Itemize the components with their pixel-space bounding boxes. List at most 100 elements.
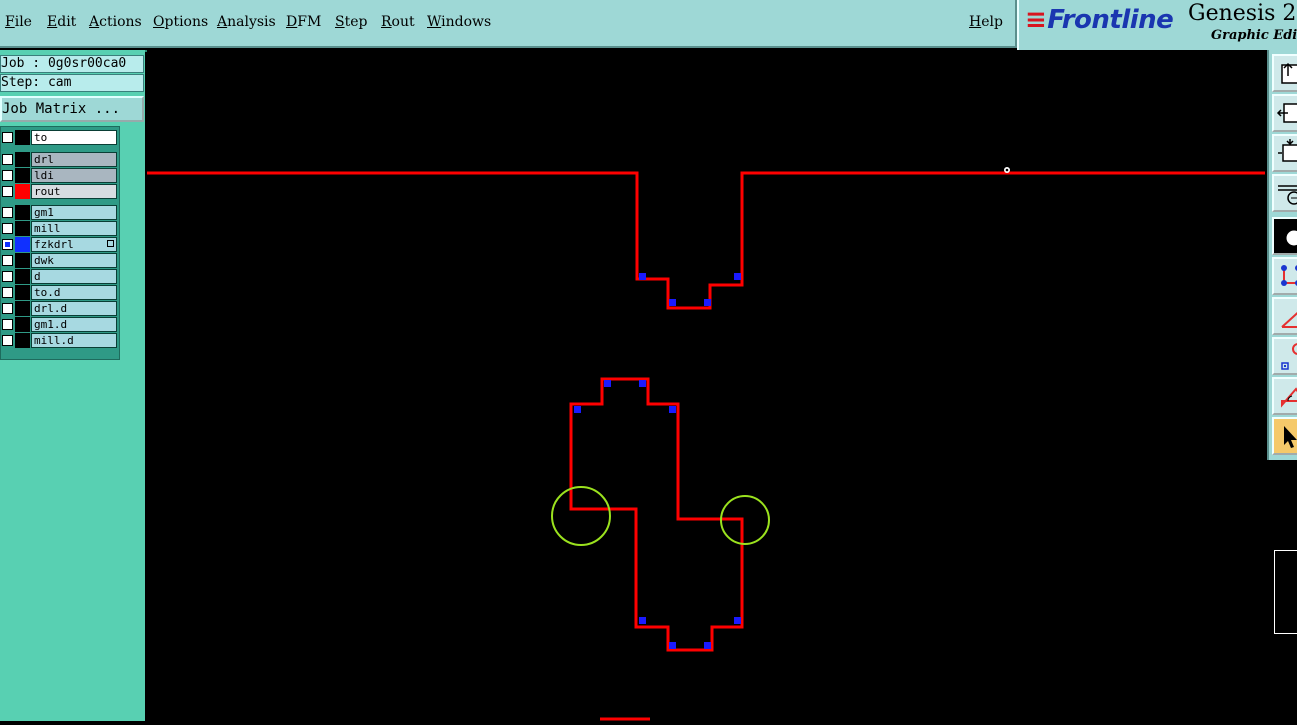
layer-row-fzkdrl[interactable]: fzkdrl [1,237,117,252]
angle-icon[interactable] [1272,377,1297,415]
menu-actions[interactable]: Actions [89,14,142,30]
layer-color-swatch[interactable] [15,168,30,183]
layer-name[interactable]: d [31,269,117,284]
frontline-logo-mark-icon: ≡ [1025,5,1047,35]
menu-edit[interactable]: Edit [47,14,76,30]
job-matrix-button[interactable]: Job Matrix ... [0,96,144,122]
layer-checkbox[interactable] [2,319,13,330]
left-panel: Job : 0g0sr00ca0 Step: cam Job Matrix ..… [0,50,147,721]
menu-windows[interactable]: Windows [427,14,491,30]
vertex-marker [669,406,676,413]
layer-list: to drl ldi rout gm1 mill fzkdrl dwk d to.d drl.d gm… [0,126,120,360]
layer-name[interactable]: rout [31,184,117,199]
layer-row-rout[interactable]: rout [1,184,117,199]
layer-attribute-icon [107,240,114,247]
menu-help[interactable]: Help [969,14,1003,30]
vertex-marker [734,273,741,280]
layer-checkbox[interactable] [2,186,13,197]
vertex-marker [734,617,741,624]
menu-dfm[interactable]: DFM [286,14,321,30]
layer-row-gm1-d[interactable]: gm1.d [1,317,117,332]
layer-name[interactable]: gm1 [31,205,117,220]
layer-color-swatch[interactable] [15,317,30,332]
pan-left-icon[interactable] [1272,94,1297,132]
connect-nodes-icon[interactable] [1272,257,1297,295]
layer-row-gm1[interactable]: gm1 [1,205,117,220]
layer-row-mill[interactable]: mill [1,221,117,236]
feature-select-icon[interactable] [1272,337,1297,375]
board-drawing [147,167,1265,721]
layer-color-swatch[interactable] [15,253,30,268]
vertex-marker [669,299,676,306]
open-step-icon[interactable] [1272,54,1297,92]
layer-checkbox[interactable] [2,335,13,346]
menu-options[interactable]: Options [153,14,208,30]
preview-viewport-box[interactable] [1274,550,1297,634]
layer-checkbox[interactable] [2,239,13,250]
graphic-canvas[interactable] [145,52,1267,721]
zoom-fit-icon[interactable] [1272,134,1297,172]
cursor-marker-icon [1004,167,1010,173]
layer-checkbox[interactable] [2,132,13,143]
layer-name[interactable]: gm1.d [31,317,117,332]
layer-color-swatch[interactable] [15,301,30,316]
layer-color-swatch[interactable] [15,221,30,236]
layer-name[interactable]: fzkdrl [31,237,117,252]
layer-row-ldi[interactable]: ldi [1,168,117,183]
brand-header: ≡Frontline Genesis 20 Graphic Editor [1017,0,1297,50]
app-title: Genesis 20 [1188,1,1297,26]
menu-rout[interactable]: Rout [381,14,415,30]
layer-checkbox[interactable] [2,287,13,298]
layer-checkbox[interactable] [2,154,13,165]
layer-row-drl[interactable]: drl [1,152,117,167]
layer-name[interactable]: ldi [31,168,117,183]
vertex-markers [574,273,741,649]
frontline-logo-text: Frontline [1047,5,1174,35]
layer-name[interactable]: to [31,130,117,145]
layer-color-swatch[interactable] [15,130,30,145]
layer-name[interactable]: drl.d [31,301,117,316]
menu-analysis[interactable]: Analysis [217,14,276,30]
layer-checkbox[interactable] [2,207,13,218]
layer-color-swatch[interactable] [15,333,30,348]
layer-checkbox[interactable] [2,170,13,181]
menu-step[interactable]: Step [335,14,367,30]
layer-row-mill-d[interactable]: mill.d [1,333,117,348]
layer-row-d[interactable]: d [1,269,117,284]
layer-row-to[interactable]: to [1,130,117,145]
vertex-marker [704,642,711,649]
layer-checkbox[interactable] [2,223,13,234]
layer-name[interactable]: to.d [31,285,117,300]
middle-rout-contour [569,377,744,652]
layer-name[interactable]: mill [31,221,117,236]
layer-checkbox[interactable] [2,255,13,266]
vertex-marker [704,299,711,306]
snap-pad-icon[interactable] [1272,217,1297,255]
layer-color-swatch[interactable] [15,152,30,167]
layer-name[interactable]: mill.d [31,333,117,348]
measure-icon[interactable] [1272,174,1297,212]
layer-row-to-d[interactable]: to.d [1,285,117,300]
menu-file[interactable]: File [5,14,32,30]
layer-color-swatch[interactable] [15,237,30,252]
layer-row-dwk[interactable]: dwk [1,253,117,268]
pointer-icon[interactable] [1272,417,1297,455]
vertex-marker [639,273,646,280]
layer-checkbox[interactable] [2,303,13,314]
layer-row-drl-d[interactable]: drl.d [1,301,117,316]
highlight-circle-left [551,486,611,546]
preview-area [1267,460,1297,721]
vertex-marker [639,380,646,387]
layer-name[interactable]: drl [31,152,117,167]
menu-bar: File Edit Actions Options Analysis DFM S… [0,0,1017,48]
line-draw-icon[interactable] [1272,297,1297,335]
layer-color-swatch[interactable] [15,184,30,199]
top-rout-trace [147,171,1265,310]
layer-name[interactable]: dwk [31,253,117,268]
layer-color-swatch[interactable] [15,285,30,300]
job-name-field: Job : 0g0sr00ca0 [0,55,144,73]
layer-checkbox[interactable] [2,271,13,282]
layer-color-swatch[interactable] [15,205,30,220]
step-name-field: Step: cam [0,74,144,92]
layer-color-swatch[interactable] [15,269,30,284]
